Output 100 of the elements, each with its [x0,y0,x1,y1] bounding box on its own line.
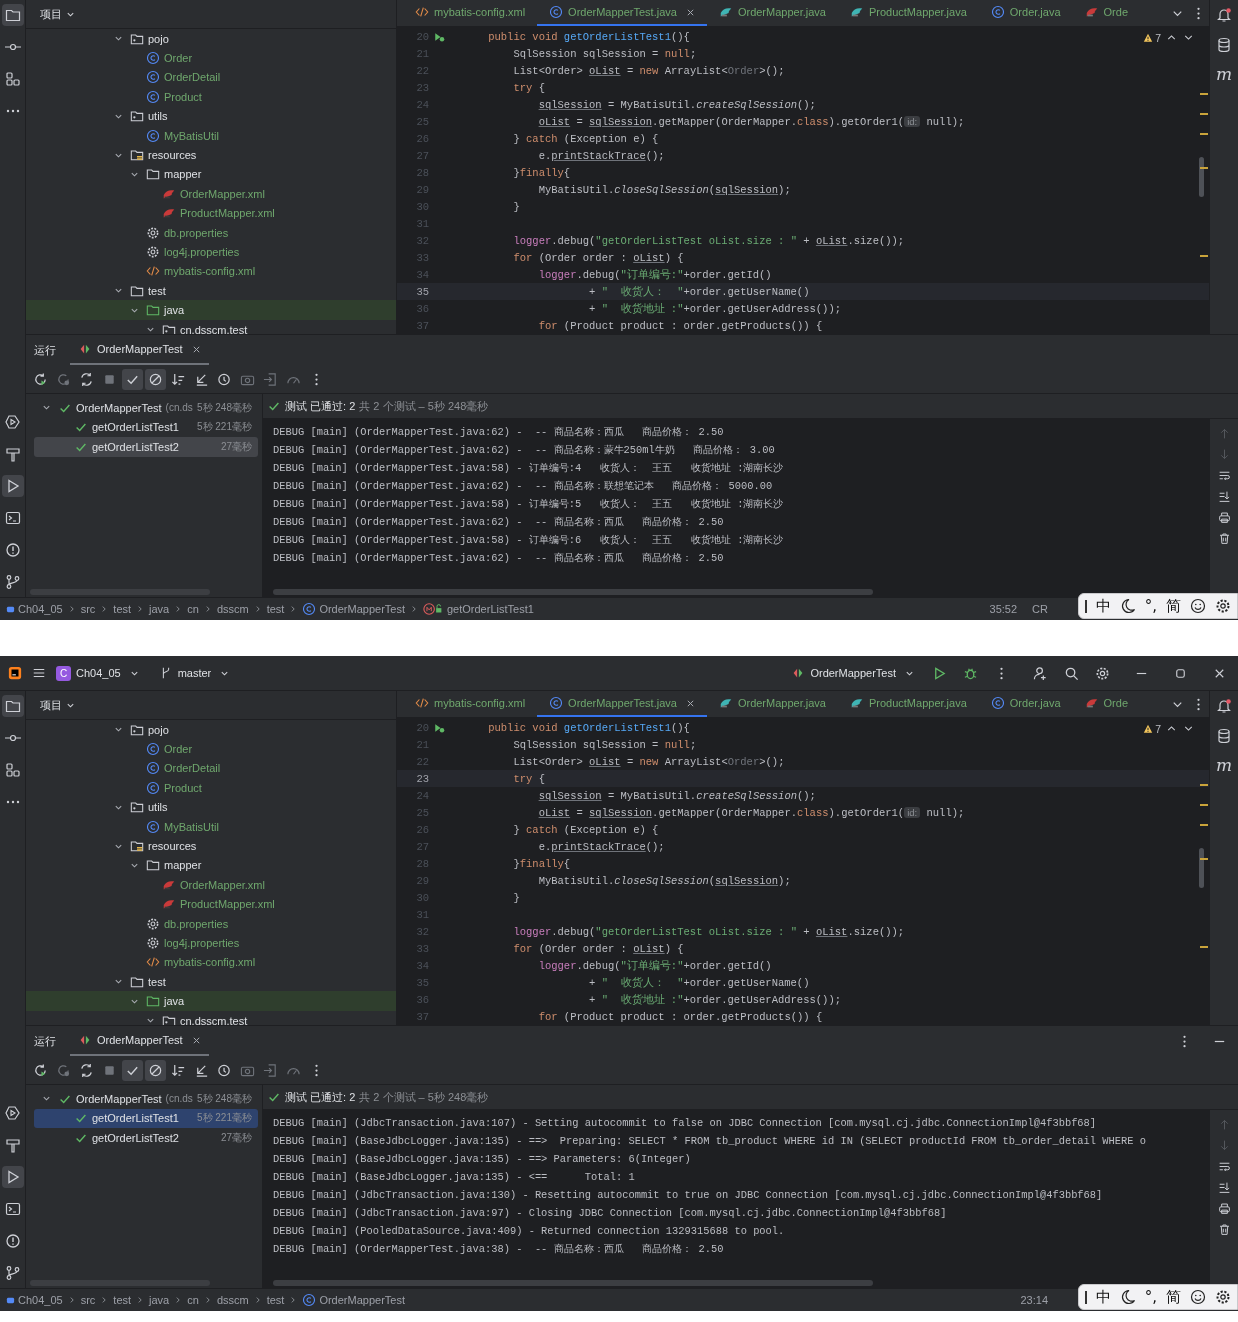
tree-item[interactable]: mybatis-config.xml [26,261,396,282]
breadcrumb-item[interactable]: src [80,1294,96,1306]
smiley-icon[interactable] [1190,1289,1206,1305]
editor-tab[interactable]: mybatis-config.xml [403,691,538,717]
breadcrumb-item[interactable]: getOrderListTest1 [423,602,534,616]
tree-item[interactable]: ProductMapper.xml [26,203,396,223]
test-item[interactable]: getOrderListTest2 27毫秒 [34,437,258,457]
breadcrumb-item[interactable]: Ch04_05 [6,1294,63,1306]
print-icon[interactable] [1217,1202,1231,1215]
chevron-icon[interactable] [114,286,123,296]
warning-count[interactable]: 7 [1143,722,1161,735]
check-icon[interactable] [122,1059,143,1081]
trash-icon[interactable] [1217,532,1231,545]
chevron-icon[interactable] [114,977,123,987]
tree-item[interactable]: mybatis-config.xml [26,952,396,973]
breadcrumb-item[interactable]: test [113,603,132,615]
tree-item[interactable]: log4j.properties [26,242,396,262]
tree-item[interactable]: test [26,281,396,301]
breadcrumb-item[interactable]: dsscm [216,1294,249,1306]
tree-item[interactable]: OrderMapper.xml [26,184,396,204]
editor-tab[interactable]: Orde [1072,0,1140,26]
tree-item[interactable]: OrderDetail [26,67,396,88]
check-icon[interactable] [122,368,143,390]
close-icon[interactable] [191,344,201,354]
close-icon[interactable] [685,7,695,17]
ignore-icon[interactable] [145,1059,166,1081]
chevron-icon[interactable] [114,725,123,735]
tree-item[interactable]: Product [26,778,396,798]
run-tab[interactable]: OrderMapperTest [70,335,209,365]
editor-tab[interactable]: ProductMapper.java [837,691,979,717]
caret-position[interactable]: 23:14 [1020,1294,1048,1306]
tree-item[interactable]: utils [26,106,396,126]
tree-item[interactable]: OrderMapper.xml [26,875,396,895]
editor-tab[interactable]: Order.java [978,691,1073,717]
editor-tab[interactable]: OrderMapper.java [706,0,838,26]
tree-item[interactable]: resources [26,836,396,856]
maven-label[interactable]: m [1215,64,1233,84]
breadcrumb-item[interactable]: cn [187,1294,199,1306]
line-separator[interactable]: CR [1032,603,1048,615]
editor-tab[interactable]: mybatis-config.xml [403,0,538,26]
settings-icon[interactable] [1215,1289,1231,1305]
maven-label[interactable]: m [1215,755,1233,775]
run-config-selector[interactable]: OrderMapperTest [786,663,919,683]
input-method-option[interactable]: 中 [1095,1287,1111,1307]
tree-item[interactable]: Order [26,739,396,759]
print-icon[interactable] [1217,511,1231,524]
scroll-to-end-icon[interactable] [1217,1181,1231,1194]
run-gutter-icon[interactable] [433,721,445,734]
soft-wrap-icon[interactable] [1217,1160,1231,1173]
test-item[interactable]: OrderMapperTest (cn.ds 5秒 248毫秒 [34,1089,258,1109]
chevron-icon[interactable] [114,34,123,44]
warning-count[interactable]: 7 [1143,31,1161,44]
folder-icon[interactable] [1,695,24,717]
tree-item[interactable]: MyBatisUtil [26,125,396,146]
breadcrumb-item[interactable]: test [266,603,285,615]
tree-item[interactable]: cn.dsscm.test [26,1010,396,1025]
moon-icon[interactable] [1119,598,1136,614]
close-icon[interactable] [191,1035,201,1045]
input-method-option[interactable]: 简 [1166,596,1181,616]
tree-item[interactable]: test [26,972,396,992]
breadcrumb-item[interactable]: cn [187,603,199,615]
breadcrumb-item[interactable]: test [266,1294,285,1306]
menu-icon[interactable] [32,666,46,680]
input-method-option[interactable]: °, [1144,1288,1157,1306]
folder-icon[interactable] [1,4,24,26]
tree-item[interactable]: java [26,991,396,1011]
breadcrumb-item[interactable]: dsscm [216,603,249,615]
tree-item[interactable]: pojo [26,29,396,49]
test-item[interactable]: getOrderListTest2 27毫秒 [34,1128,258,1148]
tree-item[interactable]: Order [26,48,396,68]
chevron-icon[interactable] [146,325,155,334]
chevron-icon[interactable] [146,1016,155,1025]
tree-item[interactable]: pojo [26,720,396,740]
ignore-icon[interactable] [145,368,166,390]
test-item[interactable]: getOrderListTest1 5秒 221毫秒 [34,417,258,437]
branch-selector[interactable]: master [153,663,235,683]
breadcrumb-item[interactable]: java [149,603,170,615]
breadcrumb-item[interactable]: test [113,1294,132,1306]
tree-item[interactable]: MyBatisUtil [26,816,396,837]
tree-item[interactable]: Product [26,87,396,107]
breadcrumb-item[interactable]: Ch04_05 [6,603,63,615]
run-icon[interactable] [1,475,24,497]
tree-item[interactable]: mapper [26,164,396,185]
scroll-to-end-icon[interactable] [1217,490,1231,503]
tree-item[interactable]: utils [26,797,396,817]
editor-tab[interactable]: Orde [1072,691,1140,717]
settings-icon[interactable] [1215,598,1231,614]
tree-item[interactable]: ProductMapper.xml [26,894,396,914]
tree-item[interactable]: java [26,300,396,320]
close-icon[interactable] [685,698,695,708]
project-view-selector[interactable]: 项目 [34,696,81,714]
input-method-option[interactable]: 中 [1095,596,1111,616]
chevron-icon[interactable] [42,1094,51,1104]
soft-wrap-icon[interactable] [1217,469,1231,482]
breadcrumb-item[interactable]: OrderMapperTest [302,602,405,616]
tree-item[interactable]: log4j.properties [26,933,396,953]
run-tab[interactable]: OrderMapperTest [70,1026,209,1056]
breadcrumb-item[interactable]: OrderMapperTest [302,1293,405,1307]
editor-tab[interactable]: Order.java [978,0,1073,26]
editor-tab[interactable]: ProductMapper.java [837,0,979,26]
